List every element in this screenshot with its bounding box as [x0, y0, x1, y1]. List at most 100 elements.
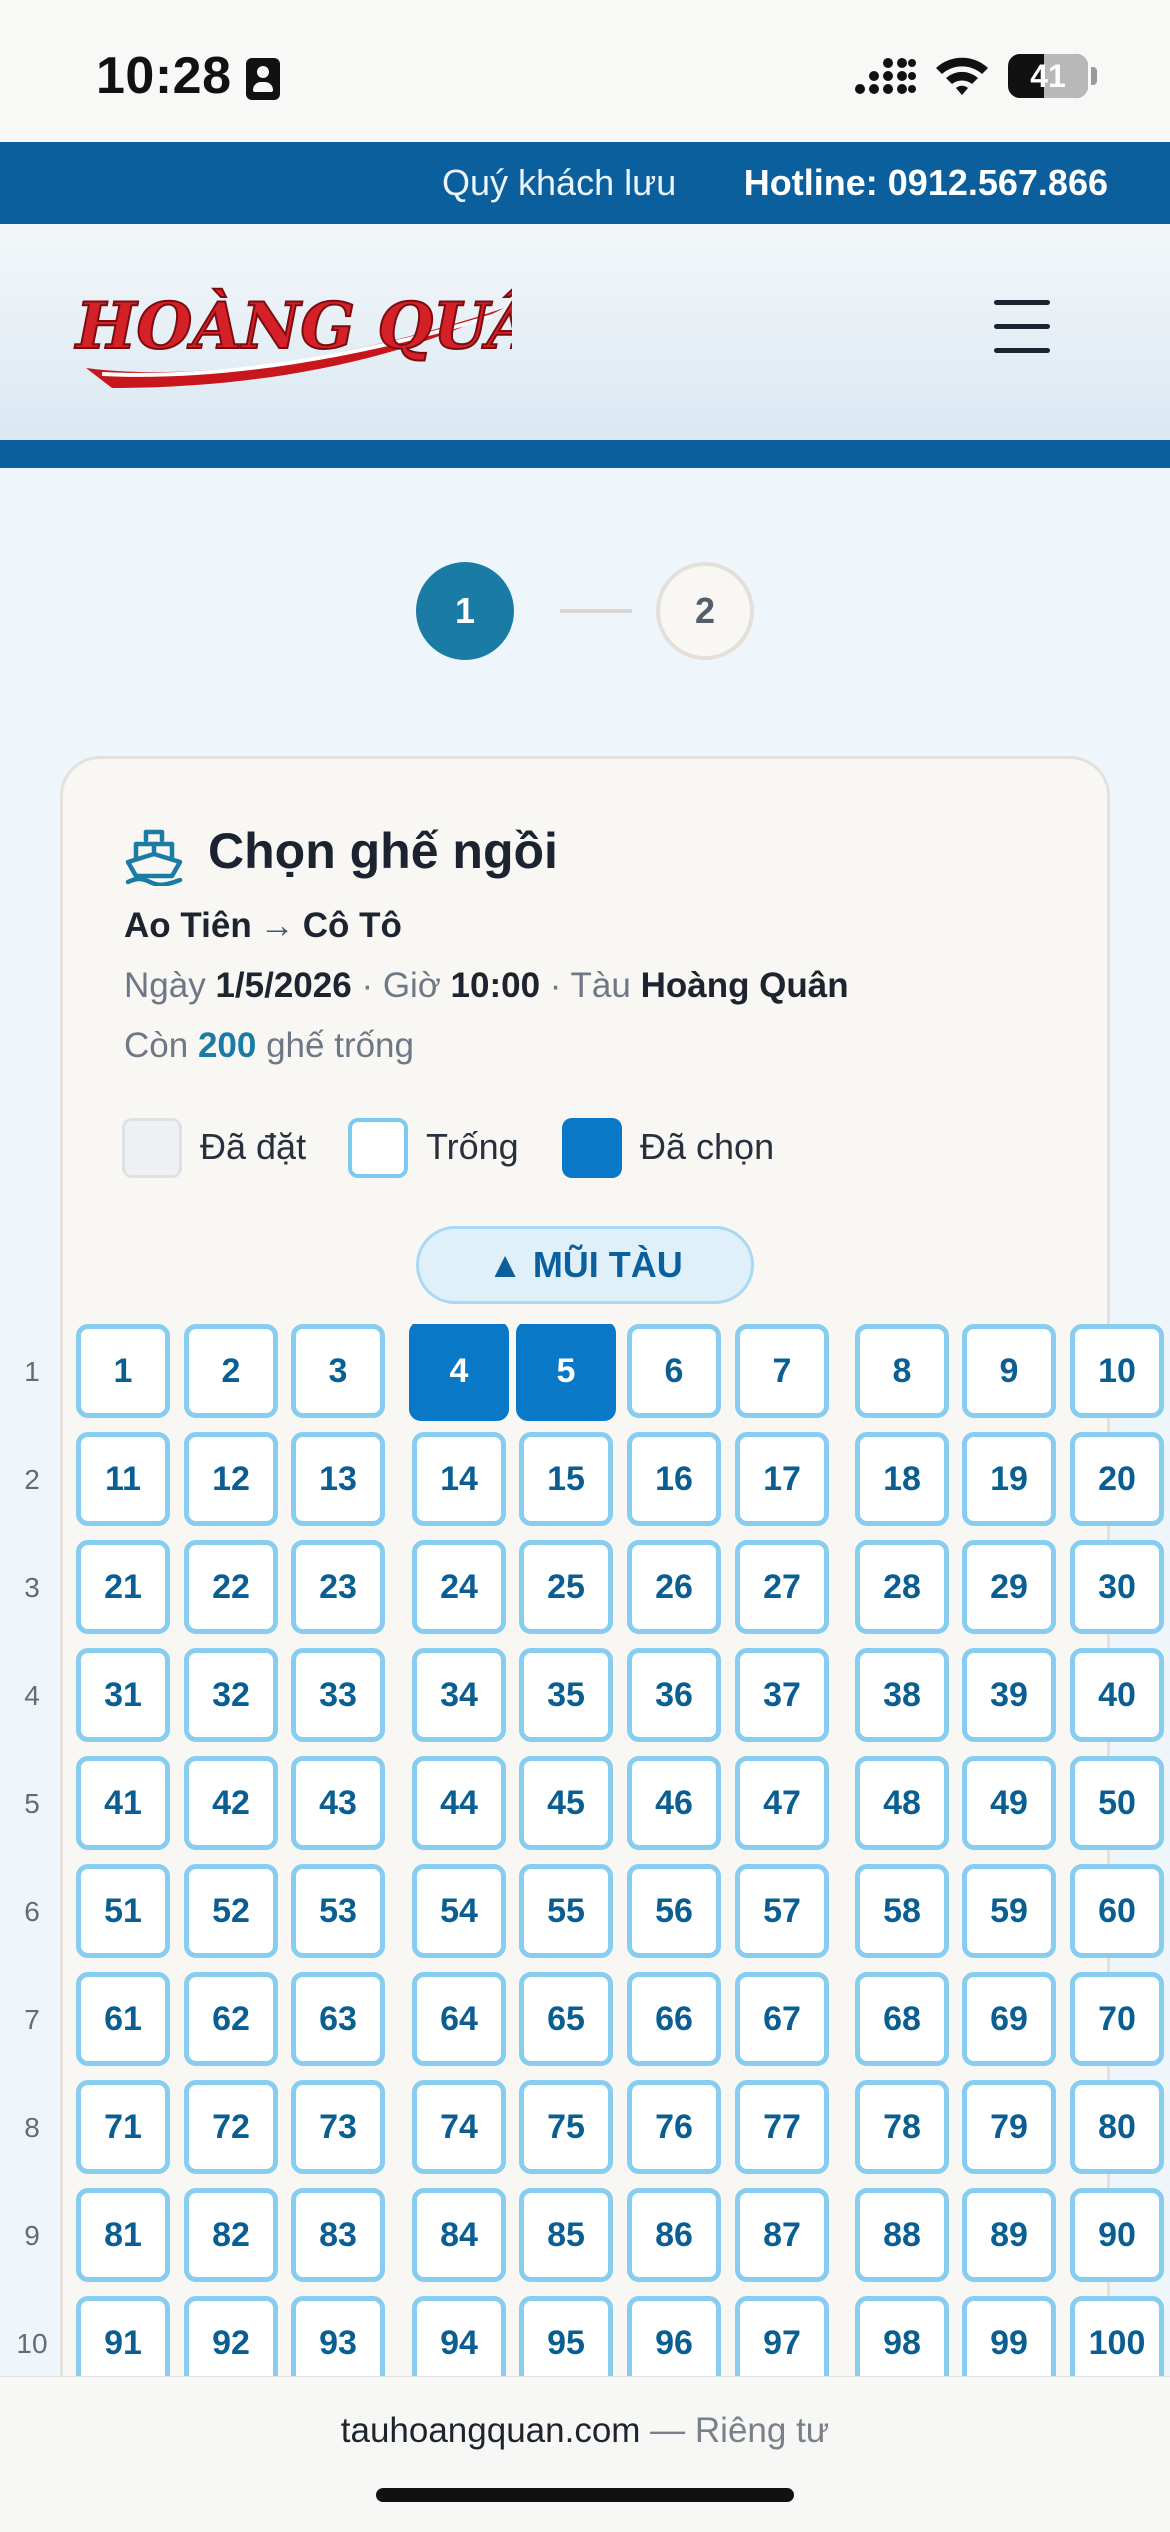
seat-selected[interactable]: 5 [516, 1324, 616, 1421]
seat-button[interactable]: 88 [855, 2188, 949, 2282]
seat-button[interactable]: 23 [291, 1540, 385, 1634]
seat-button[interactable]: 15 [519, 1432, 613, 1526]
seat-button[interactable]: 39 [962, 1648, 1056, 1742]
seat-button[interactable]: 20 [1070, 1432, 1164, 1526]
hotline-link[interactable]: Hotline: 0912.567.866 [744, 142, 1108, 224]
seat-button[interactable]: 61 [76, 1972, 170, 2066]
seat-button[interactable]: 75 [519, 2080, 613, 2174]
seat-button[interactable]: 2 [184, 1324, 278, 1418]
seat-button[interactable]: 52 [184, 1864, 278, 1958]
seat-button[interactable]: 48 [855, 1756, 949, 1850]
menu-button[interactable] [994, 300, 1056, 356]
seat-button[interactable]: 54 [412, 1864, 506, 1958]
seat-button[interactable]: 73 [291, 2080, 385, 2174]
seat-button[interactable]: 62 [184, 1972, 278, 2066]
seat-button[interactable]: 86 [627, 2188, 721, 2282]
seat-button[interactable]: 84 [412, 2188, 506, 2282]
seat-button[interactable]: 74 [412, 2080, 506, 2174]
seat-button[interactable]: 49 [962, 1756, 1056, 1850]
seat-button[interactable]: 64 [412, 1972, 506, 2066]
seat-button[interactable]: 34 [412, 1648, 506, 1742]
seat-button[interactable]: 60 [1070, 1864, 1164, 1958]
seat-button[interactable]: 16 [627, 1432, 721, 1526]
seat-button[interactable]: 8 [855, 1324, 949, 1418]
seat-button[interactable]: 87 [735, 2188, 829, 2282]
seat-button[interactable]: 6 [627, 1324, 721, 1418]
seat-button[interactable]: 13 [291, 1432, 385, 1526]
seat-button[interactable]: 71 [76, 2080, 170, 2174]
seat-button[interactable]: 11 [76, 1432, 170, 1526]
seat-button[interactable]: 76 [627, 2080, 721, 2174]
seat-button[interactable]: 96 [627, 2296, 721, 2376]
seat-button[interactable]: 32 [184, 1648, 278, 1742]
seat-button[interactable]: 99 [962, 2296, 1056, 2376]
seat-button[interactable]: 95 [519, 2296, 613, 2376]
seat-button[interactable]: 46 [627, 1756, 721, 1850]
seat-button[interactable]: 78 [855, 2080, 949, 2174]
seat-button[interactable]: 69 [962, 1972, 1056, 2066]
seat-button[interactable]: 50 [1070, 1756, 1164, 1850]
seat-button[interactable]: 31 [76, 1648, 170, 1742]
seat-button[interactable]: 43 [291, 1756, 385, 1850]
seat-button[interactable]: 89 [962, 2188, 1056, 2282]
seat-button[interactable]: 94 [412, 2296, 506, 2376]
seat-button[interactable]: 24 [412, 1540, 506, 1634]
seat-button[interactable]: 25 [519, 1540, 613, 1634]
seat-button[interactable]: 68 [855, 1972, 949, 2066]
seat-button[interactable]: 33 [291, 1648, 385, 1742]
seat-button[interactable]: 30 [1070, 1540, 1164, 1634]
seat-button[interactable]: 22 [184, 1540, 278, 1634]
seat-button[interactable]: 81 [76, 2188, 170, 2282]
seat-button[interactable]: 19 [962, 1432, 1056, 1526]
brand-logo[interactable]: HOÀNG QUÂN [72, 264, 599, 399]
seat-button[interactable]: 17 [735, 1432, 829, 1526]
seat-button[interactable]: 9 [962, 1324, 1056, 1418]
seat-button[interactable]: 67 [735, 1972, 829, 2066]
seat-button[interactable]: 66 [627, 1972, 721, 2066]
seat-button[interactable]: 47 [735, 1756, 829, 1850]
seat-button[interactable]: 38 [855, 1648, 949, 1742]
seat-button[interactable]: 72 [184, 2080, 278, 2174]
seat-button[interactable]: 59 [962, 1864, 1056, 1958]
seat-button[interactable]: 80 [1070, 2080, 1164, 2174]
seat-button[interactable]: 27 [735, 1540, 829, 1634]
seat-button[interactable]: 14 [412, 1432, 506, 1526]
seat-button[interactable]: 36 [627, 1648, 721, 1742]
seat-button[interactable]: 82 [184, 2188, 278, 2282]
seat-button[interactable]: 1 [76, 1324, 170, 1418]
seat-button[interactable]: 93 [291, 2296, 385, 2376]
seat-button[interactable]: 77 [735, 2080, 829, 2174]
seat-button[interactable]: 37 [735, 1648, 829, 1742]
seat-button[interactable]: 40 [1070, 1648, 1164, 1742]
seat-button[interactable]: 70 [1070, 1972, 1164, 2066]
seat-button[interactable]: 97 [735, 2296, 829, 2376]
seat-button[interactable]: 51 [76, 1864, 170, 1958]
seat-button[interactable]: 100 [1070, 2296, 1164, 2376]
home-indicator[interactable] [376, 2488, 794, 2502]
seat-button[interactable]: 57 [735, 1864, 829, 1958]
seat-button[interactable]: 58 [855, 1864, 949, 1958]
seat-button[interactable]: 3 [291, 1324, 385, 1418]
seat-button[interactable]: 90 [1070, 2188, 1164, 2282]
seat-button[interactable]: 83 [291, 2188, 385, 2282]
seat-selected[interactable]: 4 [409, 1324, 509, 1421]
seat-button[interactable]: 45 [519, 1756, 613, 1850]
seat-button[interactable]: 91 [76, 2296, 170, 2376]
seat-button[interactable]: 26 [627, 1540, 721, 1634]
seat-button[interactable]: 44 [412, 1756, 506, 1850]
seat-button[interactable]: 85 [519, 2188, 613, 2282]
seat-button[interactable]: 63 [291, 1972, 385, 2066]
seat-button[interactable]: 55 [519, 1864, 613, 1958]
seat-button[interactable]: 56 [627, 1864, 721, 1958]
seat-button[interactable]: 42 [184, 1756, 278, 1850]
url-bar[interactable]: tauhoangquan.com — Riêng tư [0, 2411, 1170, 2451]
seat-button[interactable]: 79 [962, 2080, 1056, 2174]
seat-button[interactable]: 21 [76, 1540, 170, 1634]
seat-button[interactable]: 98 [855, 2296, 949, 2376]
seat-button[interactable]: 65 [519, 1972, 613, 2066]
seat-button[interactable]: 10 [1070, 1324, 1164, 1418]
seat-button[interactable]: 53 [291, 1864, 385, 1958]
seat-button[interactable]: 35 [519, 1648, 613, 1742]
seat-button[interactable]: 28 [855, 1540, 949, 1634]
seat-button[interactable]: 18 [855, 1432, 949, 1526]
